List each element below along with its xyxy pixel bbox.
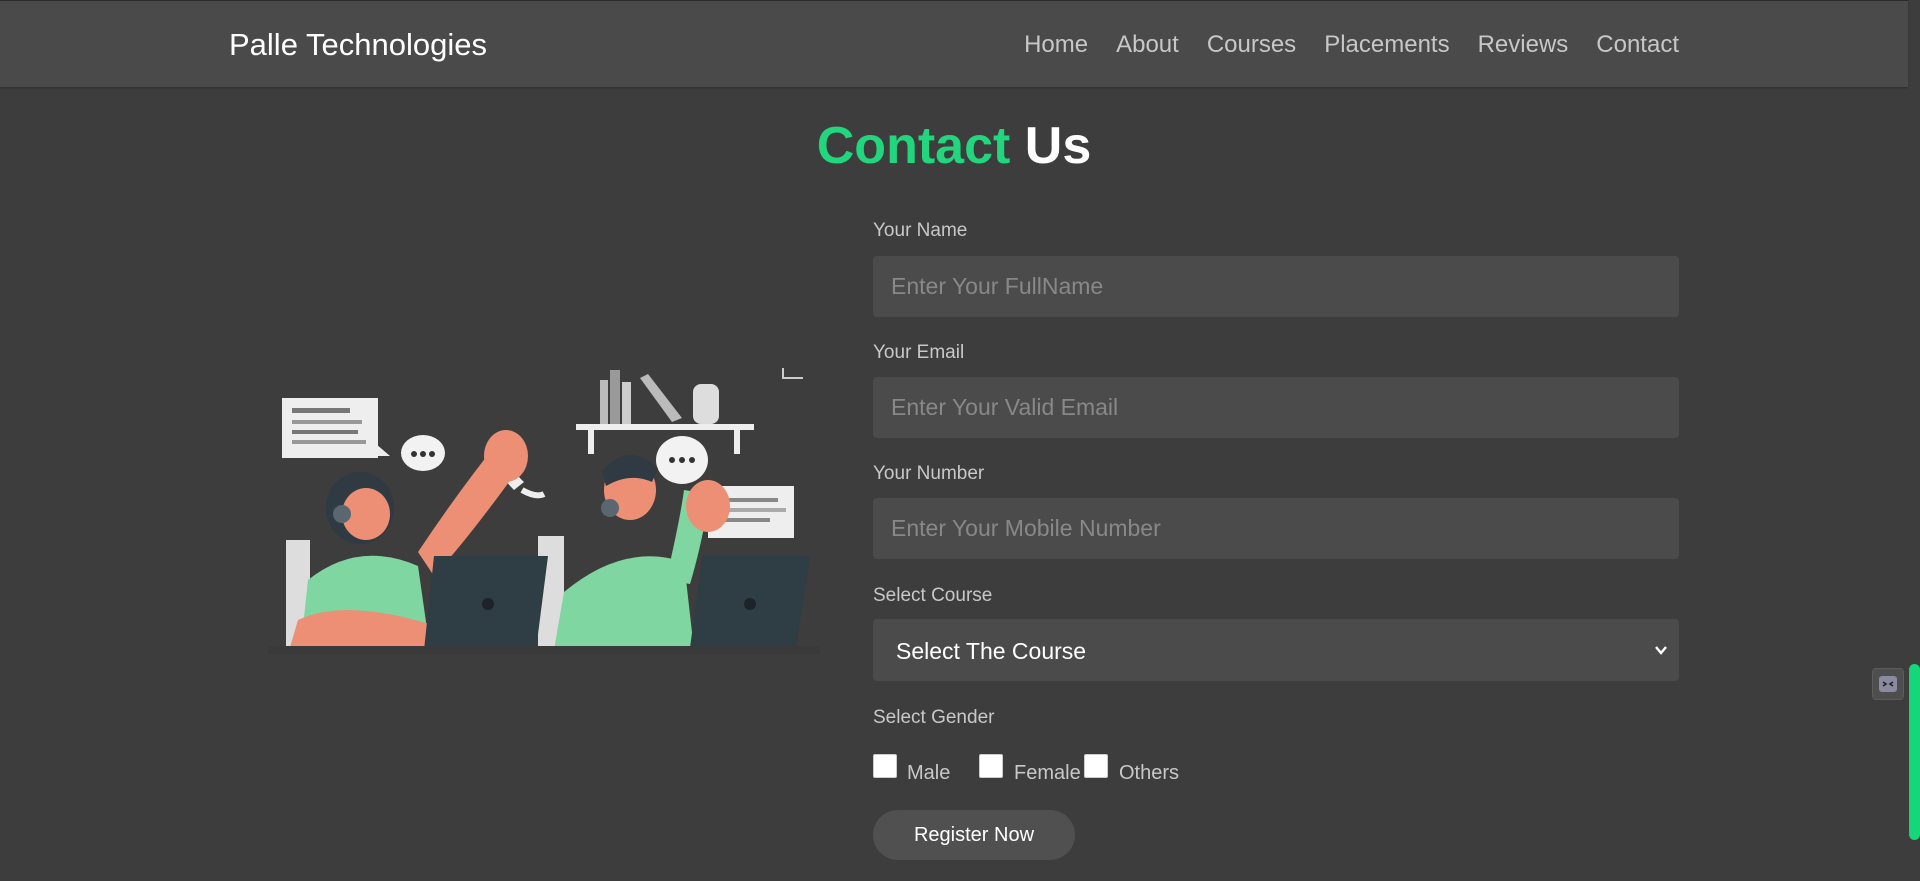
- scrollbar-thumb[interactable]: [1909, 664, 1920, 840]
- gender-label: Select Gender: [873, 707, 995, 728]
- nav-link-reviews[interactable]: Reviews: [1478, 31, 1569, 59]
- male-label: Male: [907, 762, 951, 784]
- name-input[interactable]: [873, 256, 1679, 317]
- nav-link-home[interactable]: Home: [1024, 31, 1088, 59]
- nav-link-placements[interactable]: Placements: [1324, 31, 1449, 59]
- female-label: Female: [1014, 762, 1081, 784]
- gender-options: Male Female Others: [873, 754, 1679, 786]
- nav-link-contact[interactable]: Contact: [1596, 31, 1679, 59]
- name-label: Your Name: [873, 220, 968, 241]
- nav-link-about[interactable]: About: [1116, 31, 1179, 59]
- register-button[interactable]: Register Now: [873, 810, 1075, 860]
- course-select[interactable]: Select The Course: [873, 619, 1679, 681]
- number-label: Your Number: [873, 463, 985, 484]
- email-label: Your Email: [873, 342, 965, 363]
- chat-widget-icon[interactable]: [1872, 668, 1904, 700]
- robot-face-icon: [1879, 676, 1897, 692]
- chevron-down-icon: [1655, 646, 1667, 655]
- course-select-value: Select The Course: [896, 638, 1087, 664]
- page-title: Contact Us: [0, 118, 1908, 174]
- female-checkbox[interactable]: [979, 754, 1003, 778]
- brand-logo[interactable]: Palle Technologies: [229, 27, 487, 63]
- email-input[interactable]: [873, 377, 1679, 438]
- support-team-illustration: [268, 368, 820, 654]
- number-input[interactable]: [873, 498, 1679, 559]
- course-label: Select Course: [873, 585, 993, 606]
- page-title-rest: Us: [1024, 117, 1092, 175]
- others-checkbox[interactable]: [1084, 754, 1108, 778]
- nav-links: Home About Courses Placements Reviews Co…: [996, 31, 1679, 59]
- nav-link-courses[interactable]: Courses: [1207, 31, 1296, 59]
- navbar: Palle Technologies Home About Courses Pl…: [0, 0, 1908, 87]
- others-label: Others: [1119, 762, 1180, 784]
- page-title-accent: Contact: [816, 117, 1011, 175]
- male-checkbox[interactable]: [873, 754, 897, 778]
